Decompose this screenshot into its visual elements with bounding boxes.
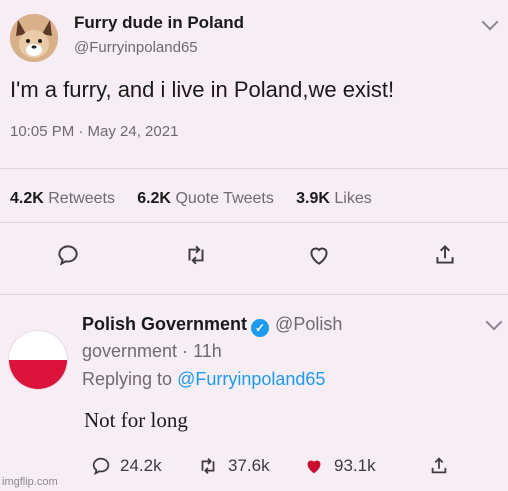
quotes-label: Quote Tweets — [175, 190, 274, 207]
replying-handle-link[interactable]: @Furryinpoland65 — [177, 369, 325, 389]
user-handle[interactable]: @Furryinpoland65 — [74, 39, 198, 56]
watermark: imgflip.com — [2, 476, 58, 488]
divider — [0, 222, 508, 223]
reply-retweets-count: 37.6k — [228, 456, 270, 475]
reply-text: Not for long — [84, 408, 188, 432]
tweet-text: I'm a furry, and i live in Poland,we exi… — [10, 77, 395, 102]
tweet-actions — [0, 242, 508, 272]
retweet-icon — [201, 458, 215, 474]
reply-handle-part2[interactable]: government — [82, 341, 177, 361]
reply-share-action[interactable] — [428, 455, 450, 477]
tweet-timestamp[interactable]: 10:05 PM · May 24, 2021 — [10, 123, 178, 140]
likes-count: 3.9K — [296, 190, 330, 207]
chevron-down-icon[interactable] — [485, 313, 503, 331]
reply-handle[interactable]: @Polish — [275, 314, 342, 334]
reply-likes-count: 93.1k — [334, 456, 376, 475]
reply-handle-continued: government · 11h — [82, 341, 222, 362]
chevron-down-icon[interactable] — [481, 13, 499, 31]
share-icon[interactable] — [432, 242, 458, 273]
likes-stat[interactable]: 3.9K Likes — [296, 190, 372, 207]
user-avatar[interactable] — [10, 14, 58, 62]
like-icon[interactable] — [306, 242, 332, 273]
flag-white-stripe — [9, 331, 67, 360]
quotes-count: 6.2K — [137, 190, 171, 207]
reply-avatar[interactable] — [8, 330, 68, 390]
verified-badge-icon: ✓ — [251, 319, 270, 337]
retweets-count: 4.2K — [10, 190, 44, 207]
quotes-stat[interactable]: 6.2K Quote Tweets — [137, 190, 274, 207]
reply-replies-count: 24.2k — [120, 456, 162, 475]
retweets-label: Retweets — [48, 190, 115, 207]
replying-prefix: Replying to — [82, 369, 173, 389]
reply-icon — [92, 457, 110, 476]
retweets-stat[interactable]: 4.2K Retweets — [10, 190, 115, 207]
reply-icon[interactable] — [55, 242, 81, 273]
reply-retweets-action[interactable]: 37.6k — [196, 455, 270, 477]
display-name[interactable]: Furry dude in Poland — [74, 13, 244, 33]
reply-likes-action[interactable]: 93.1k — [302, 455, 376, 477]
reply-replies-action[interactable]: 24.2k — [90, 455, 162, 477]
reply-display-name[interactable]: Polish Government — [82, 314, 247, 334]
engagement-stats: 4.2K Retweets 6.2K Quote Tweets 3.9K Lik… — [10, 190, 372, 208]
screenshot-frame: Furry dude in Poland @Furryinpoland65 I'… — [0, 0, 508, 491]
share-icon — [431, 457, 447, 474]
retweet-icon[interactable] — [182, 242, 210, 273]
likes-label: Likes — [334, 190, 372, 207]
flag-red-stripe — [9, 360, 67, 389]
reply-actions: 24.2k 37.6k 93.1k — [0, 455, 508, 481]
replying-to: Replying to @Furryinpoland65 — [82, 369, 325, 390]
reply-header: Polish Government ✓ @Polish — [82, 314, 342, 337]
divider — [0, 168, 508, 169]
reply-time[interactable]: · 11h — [182, 341, 222, 361]
like-filled-icon — [307, 460, 321, 474]
divider — [0, 294, 508, 295]
